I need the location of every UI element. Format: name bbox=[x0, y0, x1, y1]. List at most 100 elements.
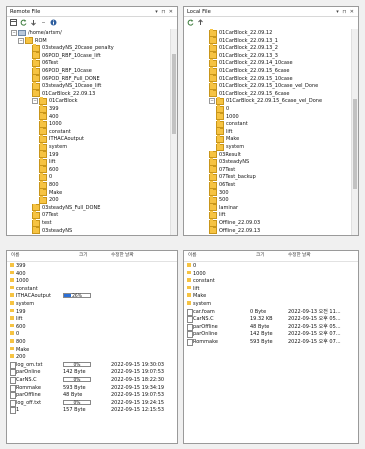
tree-node[interactable]: 03steadyNS bbox=[32, 226, 72, 235]
drive-icon bbox=[18, 30, 26, 36]
file-modified: 2022-09-15 19:24:15 bbox=[111, 399, 165, 406]
list-item[interactable]: parOffline 48 Byte 2022-09-15 19:07:53 bbox=[7, 392, 177, 400]
list-item[interactable]: log_off.txt 0% 2022-09-15 19:24:15 bbox=[7, 399, 177, 407]
file-size: 157 Byte bbox=[63, 407, 86, 414]
list-item[interactable]: 0 bbox=[184, 263, 358, 270]
local-panel-controls[interactable]: ▾ ⊓ ✕ bbox=[336, 7, 355, 17]
file-name: Rommake bbox=[16, 384, 41, 391]
folder-icon bbox=[209, 74, 217, 83]
list-item[interactable]: 0 bbox=[7, 331, 177, 338]
file-name: parOnline bbox=[193, 331, 218, 338]
folder-icon bbox=[209, 44, 217, 52]
list-item[interactable]: ITHACAoutput 26% bbox=[7, 293, 177, 300]
list-item[interactable]: parOffline 48 Byte 2022-09-15 오후 05... bbox=[184, 323, 358, 331]
arrow-up-icon[interactable] bbox=[197, 19, 204, 26]
file-size: 593 Byte bbox=[250, 339, 273, 345]
list-item[interactable]: system bbox=[184, 301, 358, 308]
column-modified[interactable]: 수정한 날짜 bbox=[288, 251, 311, 261]
list-item[interactable]: lift bbox=[184, 285, 358, 293]
list-item[interactable]: 199 bbox=[7, 308, 177, 316]
expand-toggle-icon[interactable]: − bbox=[18, 37, 24, 44]
file-name: CarNS.C bbox=[193, 316, 214, 323]
column-name[interactable]: 이름 bbox=[11, 251, 19, 261]
list-item[interactable]: 1 157 Byte 2022-09-15 12:15:53 bbox=[7, 407, 177, 415]
scroll-thumb[interactable] bbox=[353, 99, 357, 189]
list-item[interactable]: Rommake 593 Byte 2022-09-15 오후 07... bbox=[184, 339, 358, 346]
list-item[interactable]: constant bbox=[7, 285, 177, 293]
file-icon bbox=[10, 407, 16, 415]
folder-icon bbox=[32, 44, 40, 52]
folder-icon bbox=[39, 97, 47, 105]
file-icon bbox=[187, 308, 193, 316]
local-file-list-panel: 이름 크기 수정한 날짜 0 1000 constant lift Make system… bbox=[183, 250, 359, 444]
folder-icon bbox=[209, 36, 217, 45]
file-name: car.foam bbox=[193, 308, 215, 315]
expand-toggle-icon[interactable]: − bbox=[11, 30, 17, 36]
file-icon bbox=[187, 323, 193, 331]
folder-icon bbox=[187, 263, 191, 267]
folder-icon bbox=[32, 82, 40, 90]
folder-icon bbox=[10, 270, 14, 275]
list-item[interactable]: parOnline 142 Byte 2022-09-15 오후 07... bbox=[184, 331, 358, 339]
file-icon bbox=[10, 392, 16, 400]
folder-icon bbox=[10, 323, 14, 328]
local-list-header: 이름 크기 수정한 날짜 bbox=[184, 251, 358, 262]
file-name: 0 bbox=[193, 263, 197, 269]
list-item[interactable]: 200 bbox=[7, 354, 177, 361]
folder-icon bbox=[39, 188, 47, 197]
column-modified[interactable]: 수정한 날짜 bbox=[111, 251, 134, 261]
progress-label: 0% bbox=[73, 378, 81, 383]
folder-icon bbox=[32, 211, 40, 219]
file-icon bbox=[10, 377, 16, 384]
list-item[interactable]: CarNS.C 19.32 KB 2022-09-15 오후 05... bbox=[184, 316, 358, 324]
list-item[interactable]: 1000 bbox=[184, 270, 358, 278]
list-item[interactable]: 399 bbox=[7, 263, 177, 270]
file-name: constant bbox=[16, 285, 38, 292]
column-size[interactable]: 크기 bbox=[79, 251, 87, 261]
list-item[interactable]: parOnline 142 Byte 2022-09-15 19:07:53 bbox=[7, 369, 177, 377]
expand-toggle-icon[interactable]: − bbox=[209, 98, 215, 105]
list-item[interactable]: 800 bbox=[7, 339, 177, 346]
file-modified: 2022-09-15 19:07:53 bbox=[111, 369, 165, 376]
list-item[interactable]: 1000 bbox=[7, 278, 177, 285]
file-name: CarNS.C bbox=[16, 377, 37, 383]
arrow-down-icon[interactable] bbox=[30, 19, 37, 26]
scroll-thumb[interactable] bbox=[172, 54, 176, 134]
remote-panel-controls[interactable]: ▾ ⊓ ✕ bbox=[155, 7, 174, 17]
local-panel-header: Local File ▾ ⊓ ✕ bbox=[184, 7, 358, 17]
refresh-icon[interactable] bbox=[187, 19, 194, 26]
tree-node[interactable]: Offline_22.09.13 bbox=[209, 226, 260, 235]
list-item[interactable]: Make bbox=[7, 346, 177, 354]
folder-icon bbox=[39, 105, 47, 113]
list-item[interactable]: lift bbox=[7, 316, 177, 323]
refresh-icon[interactable] bbox=[20, 19, 27, 26]
file-name: ITHACAoutput bbox=[16, 293, 51, 300]
file-name: constant bbox=[193, 278, 215, 285]
list-item[interactable]: 400 bbox=[7, 270, 177, 278]
list-item[interactable]: 600 bbox=[7, 323, 177, 331]
view-icon[interactable] bbox=[10, 19, 17, 26]
folder-icon bbox=[209, 82, 217, 90]
info-icon[interactable] bbox=[50, 19, 57, 26]
list-item[interactable]: CarNS.C 0% 2022-09-15 18:22:30 bbox=[7, 377, 177, 384]
remote-tree-scrollbar[interactable] bbox=[170, 29, 177, 235]
folder-icon bbox=[32, 226, 40, 235]
expand-toggle-icon[interactable]: − bbox=[32, 98, 38, 105]
remote-panel-title: Remote File bbox=[10, 9, 41, 15]
folder-icon bbox=[216, 97, 224, 105]
list-item[interactable]: car.foam 0 Byte 2022-09-13 오전 11... bbox=[184, 308, 358, 316]
file-name: 600 bbox=[16, 323, 26, 330]
list-item[interactable]: log_om.txt 0% 2022-09-15 19:30:03 bbox=[7, 361, 177, 369]
local-tree-scrollbar[interactable] bbox=[351, 29, 358, 235]
file-name: 399 bbox=[16, 263, 26, 269]
folder-icon bbox=[10, 263, 14, 267]
file-modified: 2022-09-15 18:22:30 bbox=[111, 377, 165, 383]
file-name: 1000 bbox=[193, 270, 206, 277]
list-item[interactable]: Make bbox=[184, 293, 358, 300]
column-size[interactable]: 크기 bbox=[256, 251, 264, 261]
column-name[interactable]: 이름 bbox=[188, 251, 196, 261]
folder-icon bbox=[32, 67, 40, 75]
list-item[interactable]: system bbox=[7, 301, 177, 308]
list-item[interactable]: constant bbox=[184, 278, 358, 285]
list-item[interactable]: Rommake 593 Byte 2022-09-15 19:34:19 bbox=[7, 384, 177, 392]
